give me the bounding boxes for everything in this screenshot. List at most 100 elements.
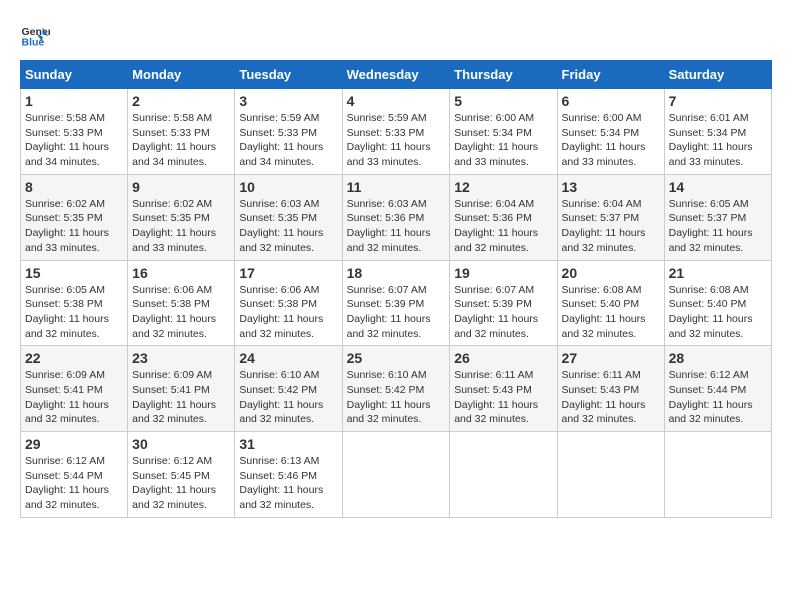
day-info: Sunrise: 6:08 AM Sunset: 5:40 PM Dayligh… — [669, 284, 753, 340]
day-number: 3 — [239, 93, 337, 109]
day-info: Sunrise: 6:03 AM Sunset: 5:35 PM Dayligh… — [239, 198, 323, 254]
weekday-header-cell: Friday — [557, 61, 664, 89]
day-number: 31 — [239, 436, 337, 452]
calendar-day-cell: 22 Sunrise: 6:09 AM Sunset: 5:41 PM Dayl… — [21, 346, 128, 432]
weekday-header-cell: Saturday — [664, 61, 771, 89]
day-number: 1 — [25, 93, 123, 109]
day-number: 6 — [562, 93, 660, 109]
day-number: 14 — [669, 179, 767, 195]
calendar-week-row: 8 Sunrise: 6:02 AM Sunset: 5:35 PM Dayli… — [21, 174, 772, 260]
day-info: Sunrise: 5:58 AM Sunset: 5:33 PM Dayligh… — [25, 112, 109, 168]
day-number: 25 — [347, 350, 446, 366]
day-info: Sunrise: 6:06 AM Sunset: 5:38 PM Dayligh… — [132, 284, 216, 340]
day-info: Sunrise: 6:07 AM Sunset: 5:39 PM Dayligh… — [347, 284, 431, 340]
day-info: Sunrise: 6:02 AM Sunset: 5:35 PM Dayligh… — [132, 198, 216, 254]
day-number: 26 — [454, 350, 552, 366]
calendar-day-cell: 14 Sunrise: 6:05 AM Sunset: 5:37 PM Dayl… — [664, 174, 771, 260]
day-number: 21 — [669, 265, 767, 281]
calendar-day-cell: 29 Sunrise: 6:12 AM Sunset: 5:44 PM Dayl… — [21, 432, 128, 518]
day-info: Sunrise: 6:12 AM Sunset: 5:45 PM Dayligh… — [132, 455, 216, 511]
day-info: Sunrise: 6:11 AM Sunset: 5:43 PM Dayligh… — [454, 369, 538, 425]
calendar-week-row: 1 Sunrise: 5:58 AM Sunset: 5:33 PM Dayli… — [21, 89, 772, 175]
calendar-week-row: 29 Sunrise: 6:12 AM Sunset: 5:44 PM Dayl… — [21, 432, 772, 518]
day-info: Sunrise: 6:09 AM Sunset: 5:41 PM Dayligh… — [132, 369, 216, 425]
calendar-day-cell: 24 Sunrise: 6:10 AM Sunset: 5:42 PM Dayl… — [235, 346, 342, 432]
day-info: Sunrise: 6:03 AM Sunset: 5:36 PM Dayligh… — [347, 198, 431, 254]
weekday-header-row: SundayMondayTuesdayWednesdayThursdayFrid… — [21, 61, 772, 89]
day-number: 18 — [347, 265, 446, 281]
day-number: 29 — [25, 436, 123, 452]
day-number: 30 — [132, 436, 230, 452]
calendar-day-cell: 25 Sunrise: 6:10 AM Sunset: 5:42 PM Dayl… — [342, 346, 450, 432]
day-info: Sunrise: 6:06 AM Sunset: 5:38 PM Dayligh… — [239, 284, 323, 340]
day-info: Sunrise: 6:04 AM Sunset: 5:37 PM Dayligh… — [562, 198, 646, 254]
day-info: Sunrise: 5:58 AM Sunset: 5:33 PM Dayligh… — [132, 112, 216, 168]
day-number: 15 — [25, 265, 123, 281]
calendar-day-cell — [664, 432, 771, 518]
calendar-day-cell: 2 Sunrise: 5:58 AM Sunset: 5:33 PM Dayli… — [128, 89, 235, 175]
calendar-day-cell — [557, 432, 664, 518]
calendar-day-cell: 12 Sunrise: 6:04 AM Sunset: 5:36 PM Dayl… — [450, 174, 557, 260]
calendar-day-cell: 1 Sunrise: 5:58 AM Sunset: 5:33 PM Dayli… — [21, 89, 128, 175]
day-number: 20 — [562, 265, 660, 281]
day-info: Sunrise: 6:05 AM Sunset: 5:38 PM Dayligh… — [25, 284, 109, 340]
calendar-day-cell — [450, 432, 557, 518]
day-number: 5 — [454, 93, 552, 109]
calendar-day-cell: 5 Sunrise: 6:00 AM Sunset: 5:34 PM Dayli… — [450, 89, 557, 175]
day-info: Sunrise: 6:09 AM Sunset: 5:41 PM Dayligh… — [25, 369, 109, 425]
calendar-day-cell: 27 Sunrise: 6:11 AM Sunset: 5:43 PM Dayl… — [557, 346, 664, 432]
day-info: Sunrise: 6:00 AM Sunset: 5:34 PM Dayligh… — [454, 112, 538, 168]
day-info: Sunrise: 5:59 AM Sunset: 5:33 PM Dayligh… — [239, 112, 323, 168]
calendar-day-cell: 15 Sunrise: 6:05 AM Sunset: 5:38 PM Dayl… — [21, 260, 128, 346]
day-info: Sunrise: 6:13 AM Sunset: 5:46 PM Dayligh… — [239, 455, 323, 511]
day-number: 23 — [132, 350, 230, 366]
day-number: 4 — [347, 93, 446, 109]
calendar-day-cell: 28 Sunrise: 6:12 AM Sunset: 5:44 PM Dayl… — [664, 346, 771, 432]
calendar-body: 1 Sunrise: 5:58 AM Sunset: 5:33 PM Dayli… — [21, 89, 772, 518]
day-number: 12 — [454, 179, 552, 195]
day-info: Sunrise: 6:04 AM Sunset: 5:36 PM Dayligh… — [454, 198, 538, 254]
weekday-header-cell: Sunday — [21, 61, 128, 89]
calendar-day-cell: 18 Sunrise: 6:07 AM Sunset: 5:39 PM Dayl… — [342, 260, 450, 346]
day-info: Sunrise: 6:05 AM Sunset: 5:37 PM Dayligh… — [669, 198, 753, 254]
header: General Blue — [20, 20, 772, 50]
calendar-day-cell: 8 Sunrise: 6:02 AM Sunset: 5:35 PM Dayli… — [21, 174, 128, 260]
day-info: Sunrise: 6:01 AM Sunset: 5:34 PM Dayligh… — [669, 112, 753, 168]
calendar-day-cell: 19 Sunrise: 6:07 AM Sunset: 5:39 PM Dayl… — [450, 260, 557, 346]
calendar-day-cell: 11 Sunrise: 6:03 AM Sunset: 5:36 PM Dayl… — [342, 174, 450, 260]
logo: General Blue — [20, 20, 54, 50]
calendar: SundayMondayTuesdayWednesdayThursdayFrid… — [20, 60, 772, 518]
calendar-day-cell: 13 Sunrise: 6:04 AM Sunset: 5:37 PM Dayl… — [557, 174, 664, 260]
calendar-week-row: 15 Sunrise: 6:05 AM Sunset: 5:38 PM Dayl… — [21, 260, 772, 346]
calendar-day-cell: 23 Sunrise: 6:09 AM Sunset: 5:41 PM Dayl… — [128, 346, 235, 432]
calendar-day-cell: 7 Sunrise: 6:01 AM Sunset: 5:34 PM Dayli… — [664, 89, 771, 175]
day-number: 11 — [347, 179, 446, 195]
day-number: 19 — [454, 265, 552, 281]
weekday-header-cell: Thursday — [450, 61, 557, 89]
day-info: Sunrise: 6:12 AM Sunset: 5:44 PM Dayligh… — [25, 455, 109, 511]
day-number: 17 — [239, 265, 337, 281]
day-info: Sunrise: 6:02 AM Sunset: 5:35 PM Dayligh… — [25, 198, 109, 254]
day-number: 8 — [25, 179, 123, 195]
calendar-day-cell — [342, 432, 450, 518]
calendar-day-cell: 4 Sunrise: 5:59 AM Sunset: 5:33 PM Dayli… — [342, 89, 450, 175]
calendar-day-cell: 31 Sunrise: 6:13 AM Sunset: 5:46 PM Dayl… — [235, 432, 342, 518]
calendar-day-cell: 30 Sunrise: 6:12 AM Sunset: 5:45 PM Dayl… — [128, 432, 235, 518]
day-number: 13 — [562, 179, 660, 195]
day-number: 9 — [132, 179, 230, 195]
calendar-day-cell: 17 Sunrise: 6:06 AM Sunset: 5:38 PM Dayl… — [235, 260, 342, 346]
calendar-day-cell: 10 Sunrise: 6:03 AM Sunset: 5:35 PM Dayl… — [235, 174, 342, 260]
calendar-day-cell: 9 Sunrise: 6:02 AM Sunset: 5:35 PM Dayli… — [128, 174, 235, 260]
day-info: Sunrise: 6:11 AM Sunset: 5:43 PM Dayligh… — [562, 369, 646, 425]
calendar-day-cell: 26 Sunrise: 6:11 AM Sunset: 5:43 PM Dayl… — [450, 346, 557, 432]
day-number: 27 — [562, 350, 660, 366]
calendar-day-cell: 21 Sunrise: 6:08 AM Sunset: 5:40 PM Dayl… — [664, 260, 771, 346]
day-info: Sunrise: 6:08 AM Sunset: 5:40 PM Dayligh… — [562, 284, 646, 340]
weekday-header-cell: Wednesday — [342, 61, 450, 89]
weekday-header-cell: Tuesday — [235, 61, 342, 89]
calendar-day-cell: 16 Sunrise: 6:06 AM Sunset: 5:38 PM Dayl… — [128, 260, 235, 346]
day-number: 10 — [239, 179, 337, 195]
day-info: Sunrise: 6:10 AM Sunset: 5:42 PM Dayligh… — [239, 369, 323, 425]
calendar-day-cell: 6 Sunrise: 6:00 AM Sunset: 5:34 PM Dayli… — [557, 89, 664, 175]
day-info: Sunrise: 6:00 AM Sunset: 5:34 PM Dayligh… — [562, 112, 646, 168]
